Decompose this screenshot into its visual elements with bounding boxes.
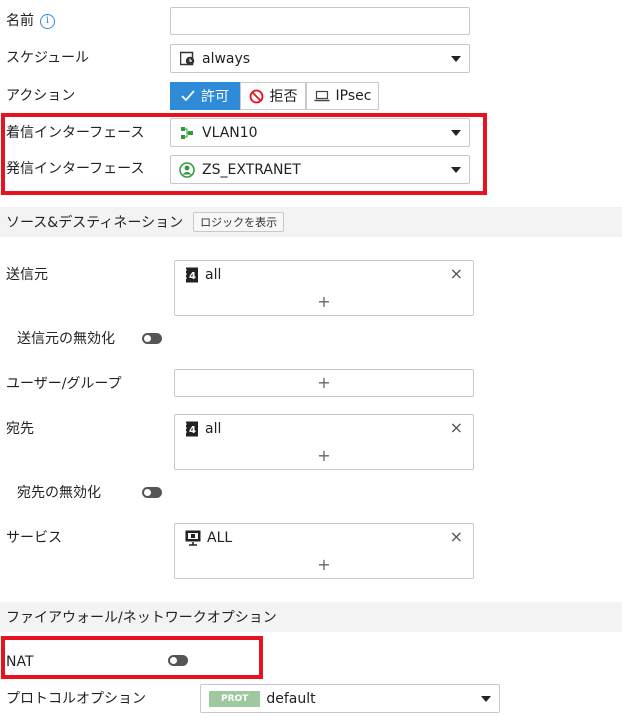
svg-text:4: 4 <box>189 271 196 282</box>
service-value: ALL <box>207 530 233 546</box>
firewall-network-options-section-header: ファイアウォール/ネットワークオプション <box>0 602 622 632</box>
action-ipsec-label: IPsec <box>335 88 372 104</box>
protocol-badge: PROT <box>209 690 261 707</box>
user-group-label: ユーザー/グループ <box>6 376 122 392</box>
add-destination-icon[interactable]: + <box>175 447 473 465</box>
source-destination-title: ソース&デスティネーション <box>6 215 184 231</box>
source-destination-section-header: ソース&デスティネーション ロジックを表示 <box>0 207 622 237</box>
action-deny-label: 拒否 <box>269 89 298 105</box>
service-entry: ALL <box>185 530 232 546</box>
chevron-down-icon <box>451 55 461 62</box>
schedule-value: always <box>202 50 251 67</box>
laptop-icon <box>314 90 330 102</box>
action-label: アクション <box>6 88 76 104</box>
name-input[interactable] <box>170 7 470 35</box>
name-label: 名前 <box>6 13 34 29</box>
address-object-icon: 4 <box>185 421 199 437</box>
highlight-interfaces <box>1 113 487 195</box>
check-icon <box>181 90 195 102</box>
chevron-down-icon <box>481 695 491 702</box>
add-user-group-icon[interactable]: + <box>175 374 473 392</box>
add-service-icon[interactable]: + <box>175 556 473 574</box>
remove-source-icon[interactable]: × <box>450 265 463 283</box>
destination-label: 宛先 <box>6 421 34 437</box>
service-icon <box>185 530 201 546</box>
negate-source-label: 送信元の無効化 <box>17 331 115 347</box>
action-ipsec-button[interactable]: IPsec <box>306 82 379 110</box>
source-label: 送信元 <box>6 267 48 283</box>
address-object-icon: 4 <box>185 267 199 283</box>
calendar-clock-icon <box>179 51 195 67</box>
source-entry: 4 all <box>185 267 221 283</box>
action-deny-button[interactable]: 拒否 <box>240 82 306 110</box>
negate-destination-toggle[interactable] <box>142 487 162 498</box>
service-label: サービス <box>6 530 62 546</box>
action-allow-label: 許可 <box>201 89 229 105</box>
negate-destination-label: 宛先の無効化 <box>17 485 101 501</box>
add-source-icon[interactable]: + <box>175 293 473 311</box>
destination-entry: 4 all <box>185 421 221 437</box>
info-icon[interactable]: i <box>40 13 55 29</box>
prohibit-icon <box>249 89 264 104</box>
action-allow-button[interactable]: 許可 <box>170 82 240 110</box>
protocol-options-select[interactable]: PROT default <box>200 684 500 713</box>
firewall-network-options-title: ファイアウォール/ネットワークオプション <box>6 610 277 626</box>
remove-service-icon[interactable]: × <box>450 528 463 546</box>
source-field[interactable]: 4 all × + <box>174 260 474 316</box>
protocol-options-value: default <box>266 690 316 707</box>
negate-source-toggle[interactable] <box>142 333 162 344</box>
destination-field[interactable]: 4 all × + <box>174 414 474 470</box>
user-group-field[interactable]: + <box>174 369 474 397</box>
remove-destination-icon[interactable]: × <box>450 419 463 437</box>
source-value: all <box>205 267 222 283</box>
name-label-row: 名前 i <box>6 12 55 30</box>
highlight-nat <box>1 636 263 679</box>
svg-text:4: 4 <box>189 425 196 436</box>
protocol-options-label: プロトコルオプション <box>6 691 146 707</box>
service-field[interactable]: ALL × + <box>174 523 474 579</box>
destination-value: all <box>205 421 222 437</box>
schedule-select[interactable]: always <box>170 44 470 73</box>
schedule-label: スケジュール <box>6 50 90 66</box>
show-logic-button[interactable]: ロジックを表示 <box>193 212 285 232</box>
